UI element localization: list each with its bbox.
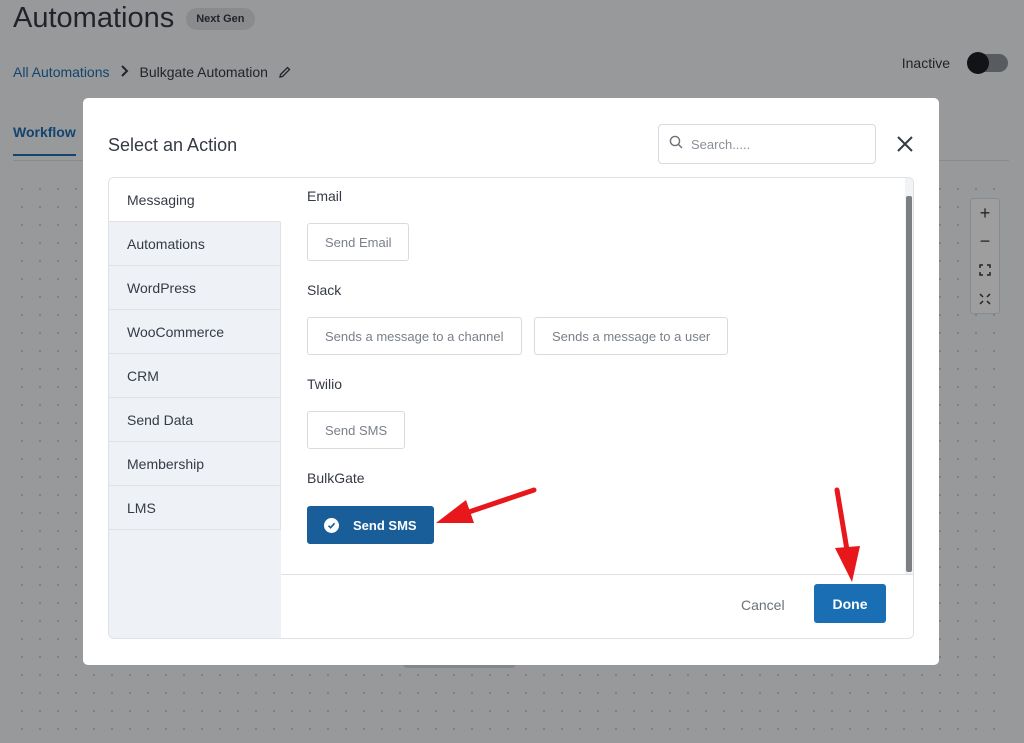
action-slack-user-message[interactable]: Sends a message to a user — [534, 317, 729, 355]
close-icon[interactable] — [894, 133, 916, 155]
action-bulkgate-send-sms-label: Send SMS — [353, 517, 417, 533]
category-woocommerce[interactable]: WooCommerce — [109, 310, 281, 354]
category-automations[interactable]: Automations — [109, 222, 281, 266]
actions-list: Email Send Email Slack Sends a message t… — [281, 178, 913, 574]
action-picker: Messaging Automations WordPress WooComme… — [108, 177, 914, 639]
group-title-email: Email — [307, 188, 343, 204]
cancel-button[interactable]: Cancel — [741, 597, 785, 613]
action-twilio-send-sms[interactable]: Send SMS — [307, 411, 406, 449]
actions-scrollbar[interactable] — [905, 178, 913, 574]
select-action-modal: Select an Action Messaging Automations W… — [83, 98, 939, 665]
modal-footer: Cancel Done — [281, 574, 913, 638]
group-title-bulkgate: BulkGate — [307, 470, 365, 486]
category-crm[interactable]: CRM — [109, 354, 281, 398]
action-slack-channel-message[interactable]: Sends a message to a channel — [307, 317, 522, 355]
modal-title: Select an Action — [108, 135, 238, 155]
search-box — [658, 124, 876, 164]
done-button[interactable]: Done — [814, 584, 886, 623]
scrollbar-thumb[interactable] — [906, 196, 912, 572]
category-wordpress[interactable]: WordPress — [109, 266, 281, 310]
action-send-email[interactable]: Send Email — [307, 223, 410, 261]
search-input[interactable] — [691, 136, 861, 152]
category-messaging[interactable]: Messaging — [109, 178, 281, 222]
category-send-data[interactable]: Send Data — [109, 398, 281, 442]
check-icon — [324, 517, 339, 533]
category-membership[interactable]: Membership — [109, 442, 281, 486]
group-title-slack: Slack — [307, 282, 342, 298]
group-title-twilio: Twilio — [307, 376, 343, 392]
action-bulkgate-send-sms[interactable]: Send SMS — [307, 506, 434, 544]
search-icon — [669, 135, 683, 154]
category-sidebar: Messaging Automations WordPress WooComme… — [109, 178, 281, 638]
category-lms[interactable]: LMS — [109, 486, 281, 530]
